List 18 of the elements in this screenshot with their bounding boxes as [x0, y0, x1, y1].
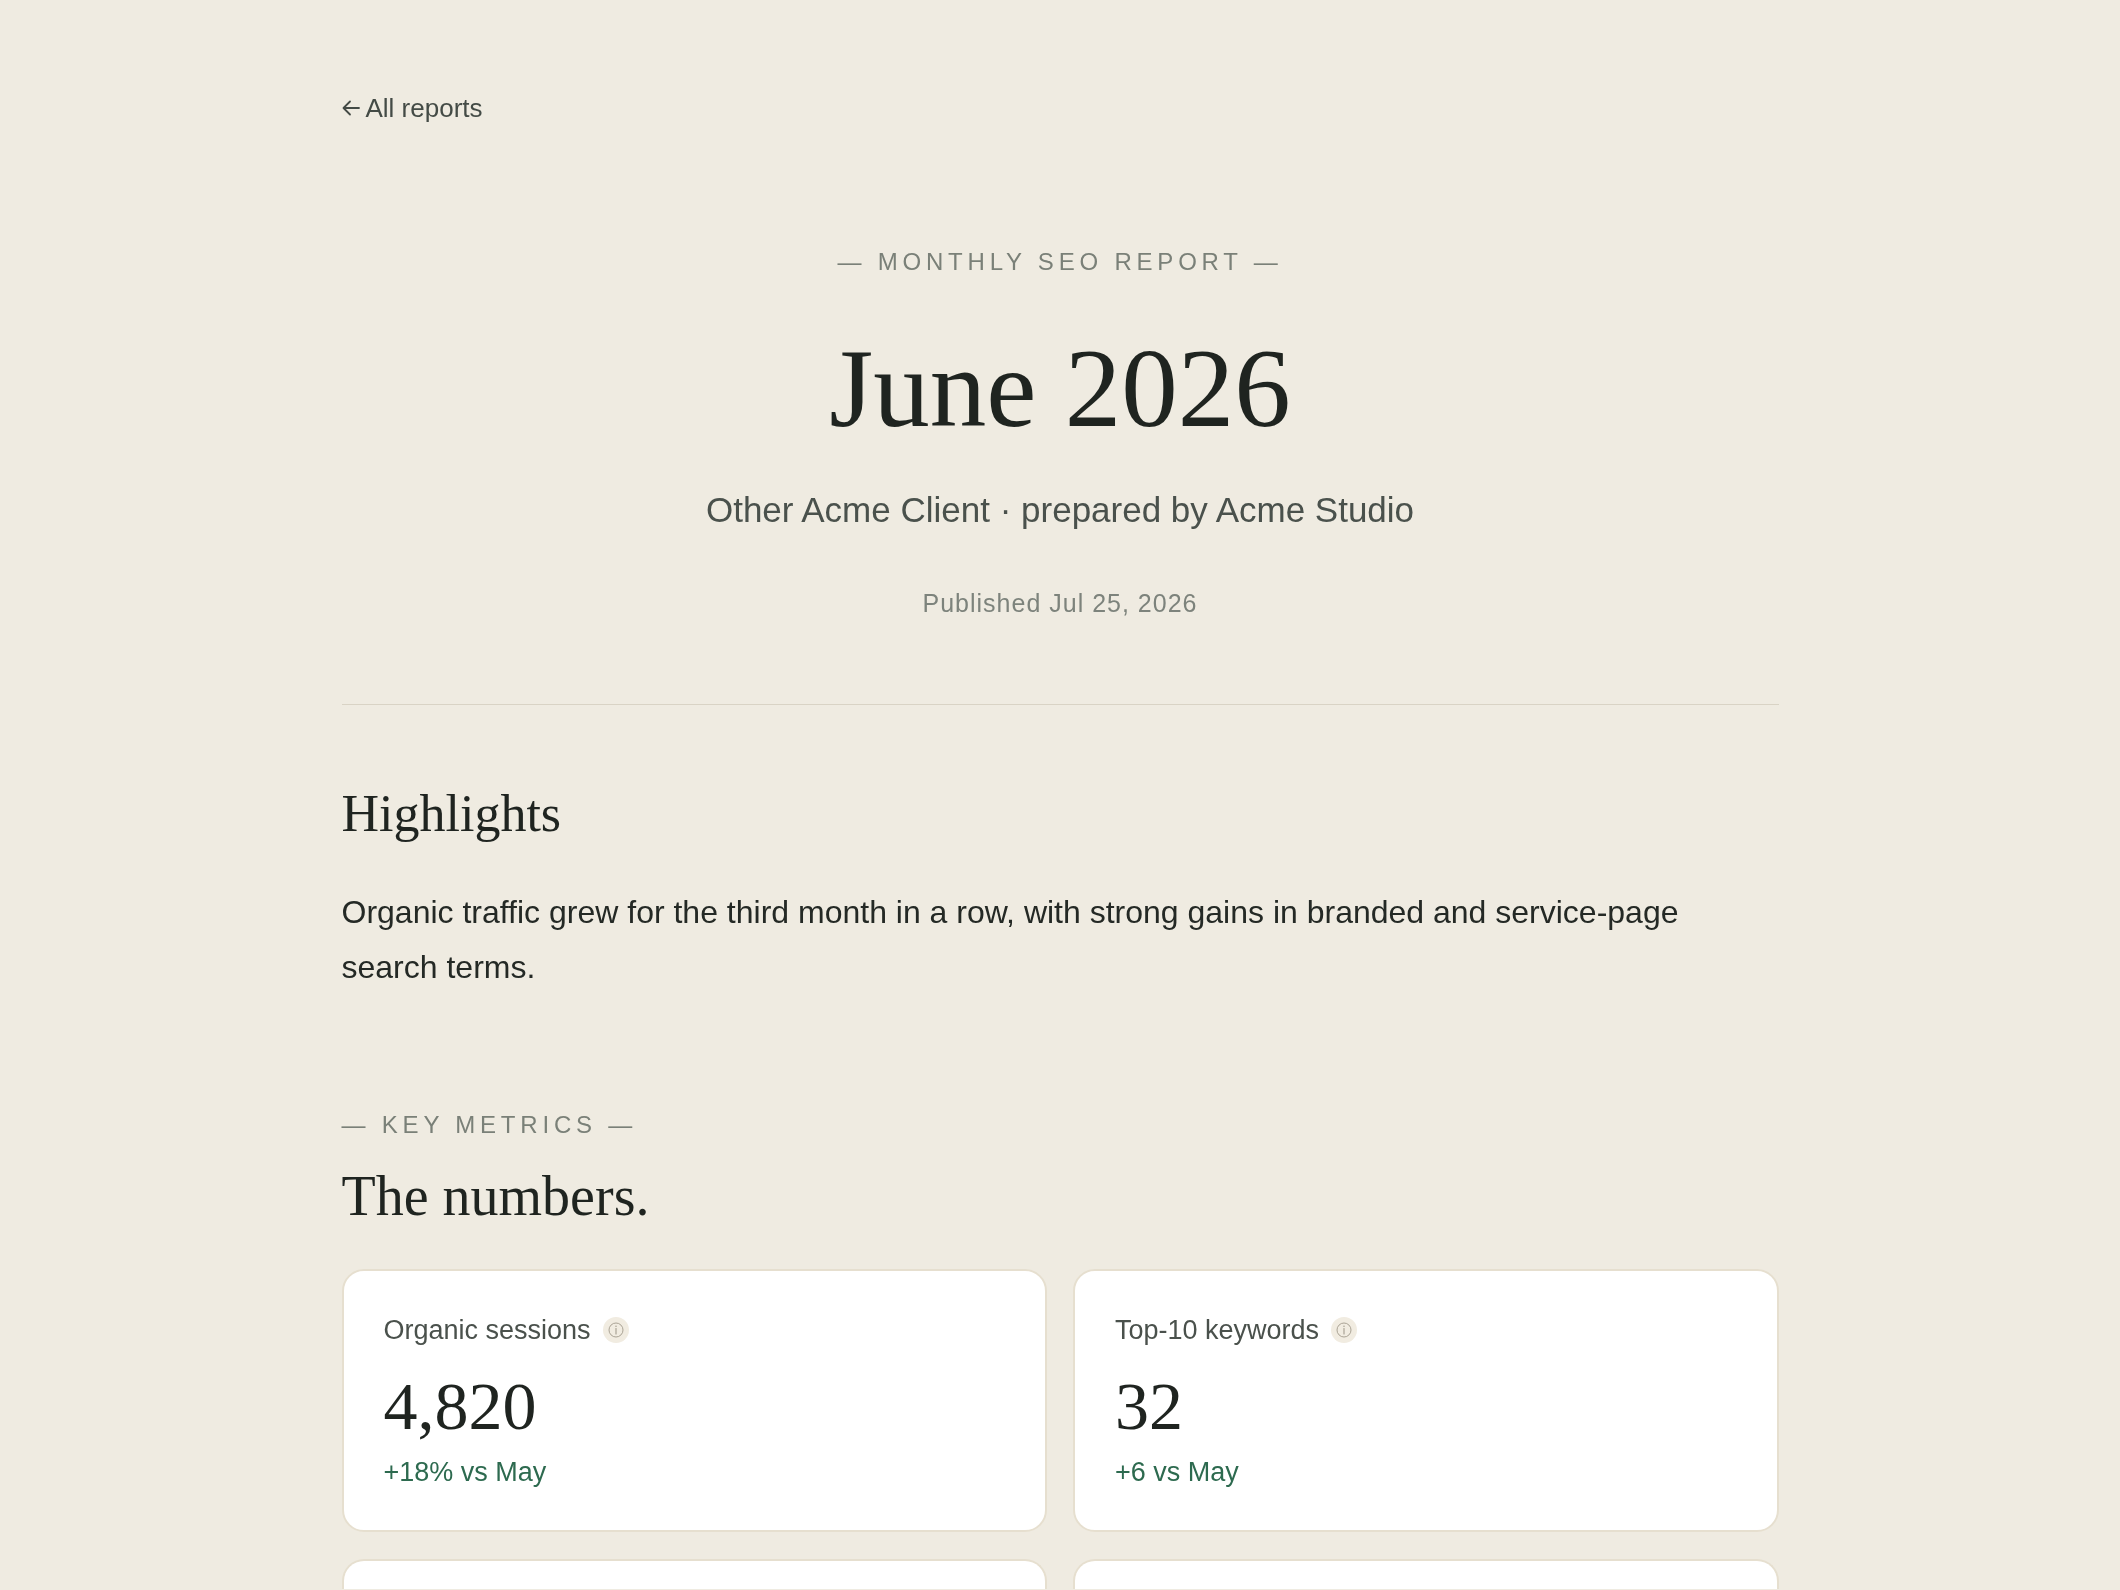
- info-icon[interactable]: [1331, 1317, 1358, 1343]
- metric-value: 32: [1115, 1367, 1184, 1446]
- back-link[interactable]: All reports: [341, 90, 483, 126]
- report-eyebrow: — MONTHLY SEO REPORT —: [837, 247, 1283, 277]
- metric-value: 4,820: [383, 1367, 538, 1446]
- section-heading: The numbers.: [341, 1164, 651, 1228]
- metric-label: Organic sessions: [383, 1314, 591, 1347]
- metric-label: Top-10 keywords: [1115, 1314, 1320, 1347]
- report-subtitle: Other Acme Client · prepared by Acme Studio: [705, 489, 1415, 531]
- info-icon[interactable]: [602, 1317, 629, 1343]
- highlights-paragraph: Organic traffic grew for the third month in a row, with strong gains in branded and service-page search terms.: [341, 893, 1680, 987]
- metric-change: +18% vs May: [383, 1456, 548, 1489]
- metric-change: +6 vs May: [1115, 1456, 1240, 1489]
- section-eyebrow: — KEY METRICS —: [341, 1110, 639, 1140]
- published-date: Published Jul 25, 2026: [922, 588, 1198, 619]
- section-heading: Highlights: [341, 784, 563, 844]
- report-title: June 2026: [829, 326, 1291, 450]
- arrow-left-icon: [341, 100, 360, 116]
